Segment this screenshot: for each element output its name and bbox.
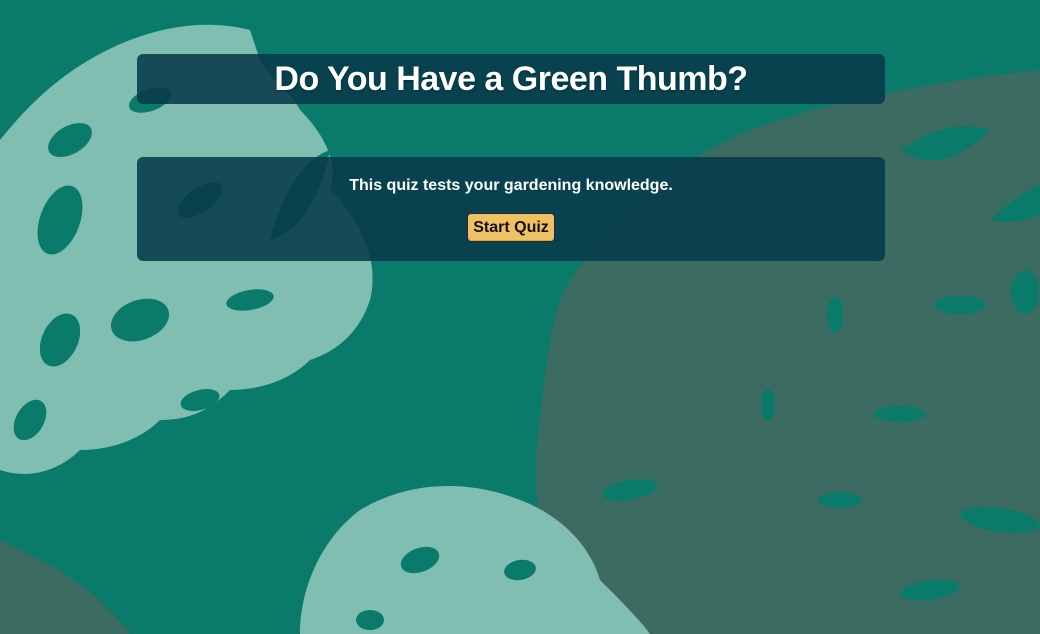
start-quiz-button[interactable]: Start Quiz — [467, 213, 555, 242]
page-title: Do You Have a Green Thumb? — [274, 59, 748, 98]
title-banner: Do You Have a Green Thumb? — [137, 54, 885, 104]
intro-panel: This quiz tests your gardening knowledge… — [137, 157, 885, 261]
intro-text: This quiz tests your gardening knowledge… — [349, 177, 673, 194]
